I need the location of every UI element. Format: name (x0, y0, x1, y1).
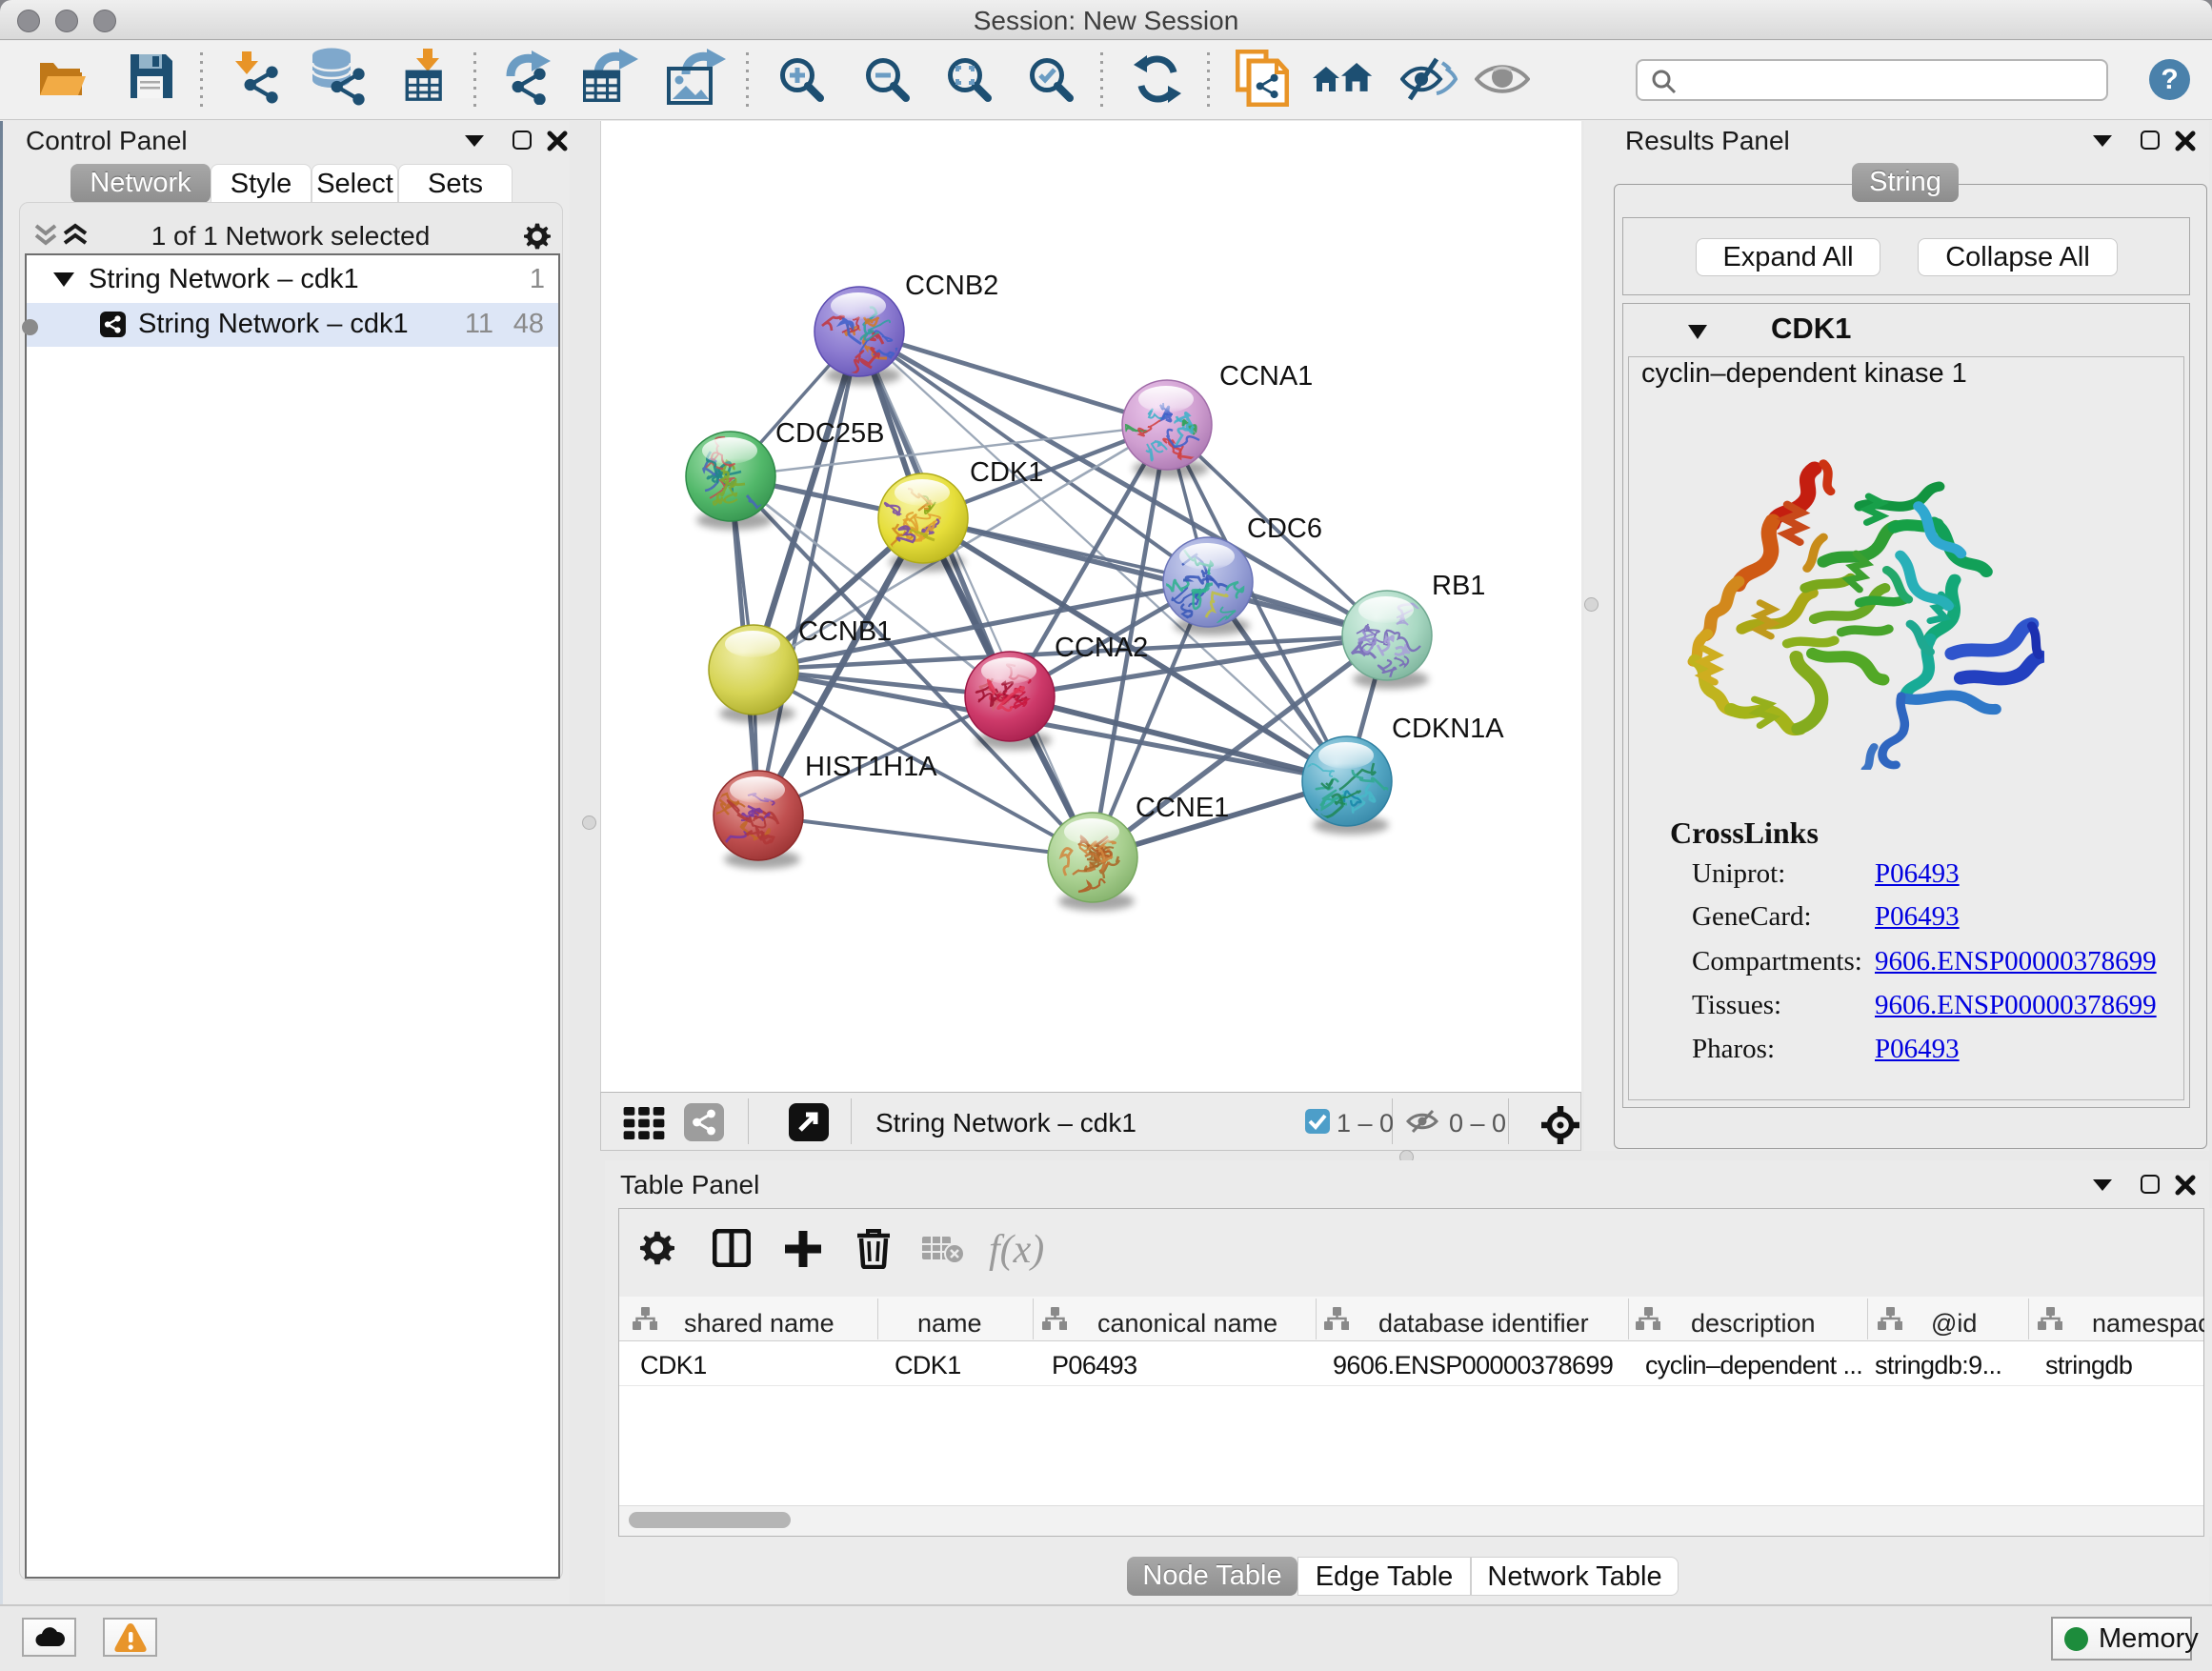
svg-text:CCNB2: CCNB2 (905, 271, 998, 301)
svg-text:CDC25B: CDC25B (775, 418, 884, 449)
svg-text:CDK1: CDK1 (970, 457, 1043, 488)
svg-text:CDC6: CDC6 (1247, 513, 1322, 544)
svg-text:CDKN1A: CDKN1A (1392, 714, 1504, 744)
svg-text:HIST1H1A: HIST1H1A (805, 752, 937, 782)
svg-text:CCNB1: CCNB1 (798, 616, 892, 647)
svg-text:CCNA1: CCNA1 (1219, 361, 1313, 392)
svg-text:RB1: RB1 (1432, 571, 1485, 601)
svg-text:CCNA2: CCNA2 (1055, 633, 1148, 663)
svg-text:CCNE1: CCNE1 (1136, 793, 1229, 823)
